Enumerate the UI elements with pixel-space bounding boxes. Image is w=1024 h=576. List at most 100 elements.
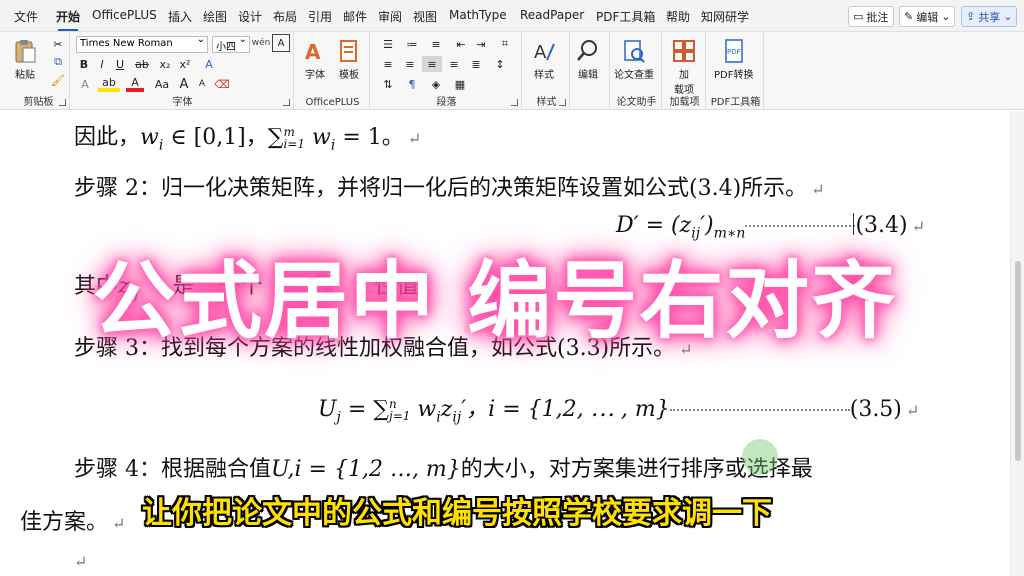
paragraph-mark: ↵ <box>911 217 926 236</box>
tab-references[interactable]: 引用 <box>308 8 332 25</box>
styles-launcher-icon[interactable] <box>559 99 566 106</box>
styles-group: A 样式 样式 <box>524 32 570 110</box>
word-window: 文件 开始 OfficePLUS 插入 绘图 设计 布局 引用 邮件 审阅 视图… <box>0 0 1024 576</box>
multilevel-list-icon[interactable]: ≡ <box>426 36 446 52</box>
justify-icon[interactable]: ≡ <box>444 56 464 72</box>
font-size-select[interactable]: 小四 <box>212 36 250 53</box>
comments-button[interactable]: ▭ 批注 <box>848 6 894 27</box>
subscript-button[interactable]: x₂ <box>156 56 174 72</box>
grow-font-button[interactable]: A <box>176 76 192 92</box>
paste-button[interactable]: 粘贴 <box>12 38 38 81</box>
search-icon <box>577 40 597 61</box>
tab-file[interactable]: 文件 <box>14 8 38 25</box>
text-cursor <box>853 213 854 235</box>
line-spacing-icon[interactable]: ↕ <box>490 56 510 72</box>
tab-insert[interactable]: 插入 <box>168 8 192 25</box>
step2-paragraph: 步骤 2：归一化决策矩阵，并将归一化后的决策矩阵设置如公式(3.4)所示。 ↵ <box>74 176 825 201</box>
plagiarism-check-icon <box>624 40 645 63</box>
paragraph-mark: ↵ <box>112 514 126 533</box>
underline-button[interactable]: U <box>112 56 128 72</box>
tab-design[interactable]: 设计 <box>238 8 262 25</box>
text-effect-outline-button[interactable]: A <box>76 76 94 92</box>
distributed-icon[interactable]: ≣ <box>466 56 486 72</box>
svg-text:A: A <box>534 42 547 63</box>
addins-button[interactable]: 加 载项 <box>671 38 697 96</box>
officeplus-template-button[interactable]: 模板 <box>336 38 362 81</box>
align-left-icon[interactable]: ≡ <box>378 56 398 72</box>
shading-icon[interactable]: ◈ <box>426 76 446 92</box>
superscript-button[interactable]: x² <box>176 56 194 72</box>
officeplus-font-button[interactable]: A 字体 <box>302 38 328 81</box>
officeplus-label: OfficePLUS <box>305 97 360 108</box>
tab-pdf-toolbox[interactable]: PDF工具箱 <box>596 8 655 25</box>
editing-mode-button[interactable]: ✎ 编辑 ⌄ <box>899 6 955 27</box>
equation-3-5[interactable]: Uj = ∑ n j=1 wizij′，i = {1,2, ⋯ , m} (3.5) ↵ <box>318 391 919 425</box>
font-a-icon: A <box>305 40 321 64</box>
vertical-scrollbar[interactable] <box>1010 111 1024 576</box>
font-group: Times New Roman 小四 wén A B I U ab x₂ x² … <box>72 32 294 110</box>
phonetic-guide-button[interactable]: wén <box>252 34 271 52</box>
character-border-button[interactable]: A <box>272 34 290 52</box>
step4-paragraph-continued: 佳方案。 ↵ <box>20 510 126 535</box>
tab-mailings[interactable]: 邮件 <box>343 8 367 25</box>
pdf-label: PDF工具箱 <box>710 97 761 108</box>
copy-icon[interactable]: ⧉ <box>50 54 66 70</box>
clipboard-launcher-icon[interactable] <box>59 99 66 106</box>
ribbon: 粘贴 ✂ ⧉ 🖌 剪贴板 Times New Roman 小四 wén A B … <box>0 32 1024 110</box>
paragraph-launcher-icon[interactable] <box>511 99 518 106</box>
decrease-indent-icon[interactable]: ⇤ <box>452 36 470 52</box>
share-button[interactable]: ⇪ 共享 ⌄ <box>961 6 1017 27</box>
bullets-icon[interactable]: ☰ <box>378 36 398 52</box>
tab-leader-dots <box>669 409 850 411</box>
format-painter-icon[interactable]: 🖌 <box>50 72 66 88</box>
clear-formatting-icon[interactable]: ⌫ <box>214 76 230 92</box>
svg-text:PDF: PDF <box>727 48 741 56</box>
tab-officeplus[interactable]: OfficePLUS <box>92 8 157 22</box>
share-icon: ⇪ <box>966 10 976 23</box>
font-group-label: 字体 <box>172 97 193 108</box>
pdf-convert-button[interactable]: PDF PDF转换 <box>714 38 753 81</box>
tab-cnki[interactable]: 知网研学 <box>701 8 749 25</box>
font-name-select[interactable]: Times New Roman <box>76 36 208 53</box>
video-title-banner: 公式居中 编号右对齐 <box>92 252 898 350</box>
shrink-font-button[interactable]: A <box>194 76 210 92</box>
cut-icon[interactable]: ✂ <box>50 36 66 52</box>
chinese-layout-icon[interactable]: ⌗ <box>496 36 514 52</box>
tab-readpaper[interactable]: ReadPaper <box>520 8 584 22</box>
scrollbar-thumb[interactable] <box>1015 261 1021 461</box>
tab-mathtype[interactable]: MathType <box>449 8 507 22</box>
align-right-icon[interactable]: ≡ <box>422 56 442 72</box>
highlight-button[interactable]: ab <box>98 76 120 92</box>
change-case-button[interactable]: Aa <box>152 76 172 92</box>
font-launcher-icon[interactable] <box>283 99 290 106</box>
tab-view[interactable]: 视图 <box>413 8 437 25</box>
paragraph-group: ☰ ≔ ≡ ⇤ ⇥ ⌗ ≡ ≡ ≡ ≡ ≣ ↕ ⇅ ¶ ◈ ▦ 段落 <box>372 32 522 110</box>
styles-button[interactable]: A 样式 <box>531 38 557 81</box>
chevron-down-icon: ⌄ <box>1003 10 1013 23</box>
template-icon <box>340 40 357 62</box>
addins-grid-icon <box>673 40 695 62</box>
borders-icon[interactable]: ▦ <box>450 76 470 92</box>
italic-button[interactable]: I <box>94 56 110 72</box>
tab-help[interactable]: 帮助 <box>666 8 690 25</box>
tab-draw[interactable]: 绘图 <box>203 8 227 25</box>
sort-icon[interactable]: ⇅ <box>378 76 398 92</box>
strikethrough-button[interactable]: ab <box>132 56 152 72</box>
increase-indent-icon[interactable]: ⇥ <box>472 36 490 52</box>
bold-button[interactable]: B <box>76 56 92 72</box>
video-subtitle: 让你把论文中的公式和编号按照学校要求调一下 <box>142 496 772 531</box>
tab-layout[interactable]: 布局 <box>273 8 297 25</box>
text-effects-button[interactable]: A <box>200 56 218 72</box>
paragraph-mark: ↵ <box>407 129 422 148</box>
find-button[interactable]: 编辑 <box>575 38 601 81</box>
font-color-button[interactable]: A <box>126 76 144 92</box>
plagiarism-check-button[interactable]: 论文查重 <box>614 38 654 81</box>
show-marks-icon[interactable]: ¶ <box>402 76 422 92</box>
editing-group: 编辑 <box>572 32 610 110</box>
tab-review[interactable]: 审阅 <box>378 8 402 25</box>
align-center-icon[interactable]: ≡ <box>400 56 420 72</box>
numbering-icon[interactable]: ≔ <box>402 36 422 52</box>
officeplus-group: A 字体 模板 OfficePLUS <box>296 32 370 110</box>
tab-home[interactable]: 开始 <box>56 8 80 31</box>
svg-text:A: A <box>305 40 321 64</box>
